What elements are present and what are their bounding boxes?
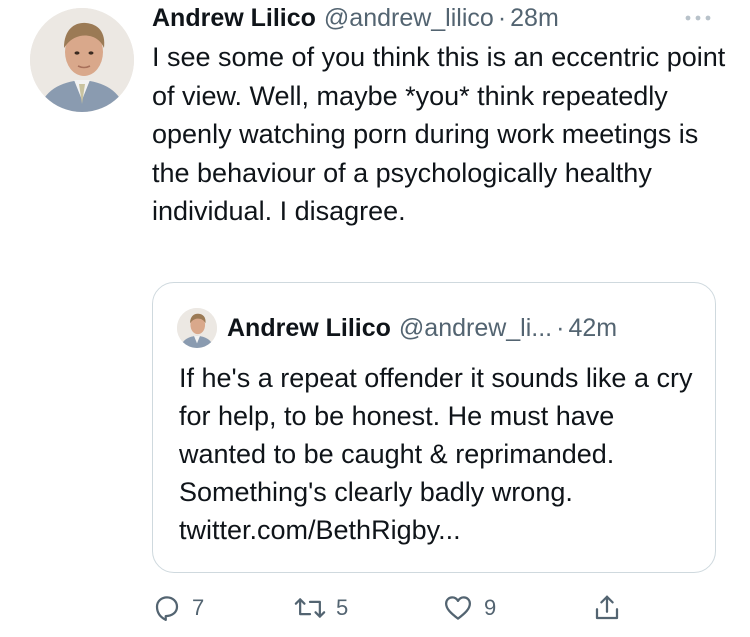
reply-icon: [155, 596, 179, 621]
retweet-count: 5: [336, 595, 349, 620]
retweet-button[interactable]: 5: [294, 588, 348, 628]
retweet-icon: [294, 598, 326, 618]
quoted-tweet-timestamp: 42m: [568, 313, 618, 342]
quoted-author-handle: @andrew_li...: [398, 313, 553, 342]
quoted-author-name: Andrew Lilico: [227, 313, 391, 342]
quoted-tweet-card[interactable]: Andrew Lilico @andrew_li... · 42m If he'…: [152, 282, 716, 573]
reply-button[interactable]: 7: [152, 588, 204, 628]
author-handle[interactable]: @andrew_lilico: [324, 4, 494, 33]
reply-count: 7: [192, 595, 205, 620]
quoted-author-avatar: [177, 308, 217, 348]
more-options-button[interactable]: [676, 4, 720, 32]
quoted-tweet-text: If he's a repeat offender it sounds like…: [179, 363, 693, 545]
share-button[interactable]: [592, 588, 632, 628]
quoted-tweet-header: Andrew Lilico @andrew_li... · 42m: [227, 310, 617, 346]
author-avatar[interactable]: [30, 8, 134, 112]
quoted-meta-separator: ·: [556, 313, 565, 342]
like-count: 9: [484, 595, 497, 620]
more-horizontal-icon: [685, 15, 711, 21]
tweet-action-bar: 7 5 9: [152, 588, 692, 628]
author-name[interactable]: Andrew Lilico: [152, 4, 316, 33]
heart-icon: [445, 596, 471, 620]
meta-separator: ·: [497, 3, 507, 32]
tweet-timestamp[interactable]: 28m: [510, 4, 559, 33]
share-icon: [595, 595, 619, 620]
tweet-text: I see some of you think this is an eccen…: [152, 42, 726, 226]
tweet-header: Andrew Lilico @andrew_lilico · 28m: [152, 0, 559, 36]
like-button[interactable]: 9: [442, 588, 496, 628]
